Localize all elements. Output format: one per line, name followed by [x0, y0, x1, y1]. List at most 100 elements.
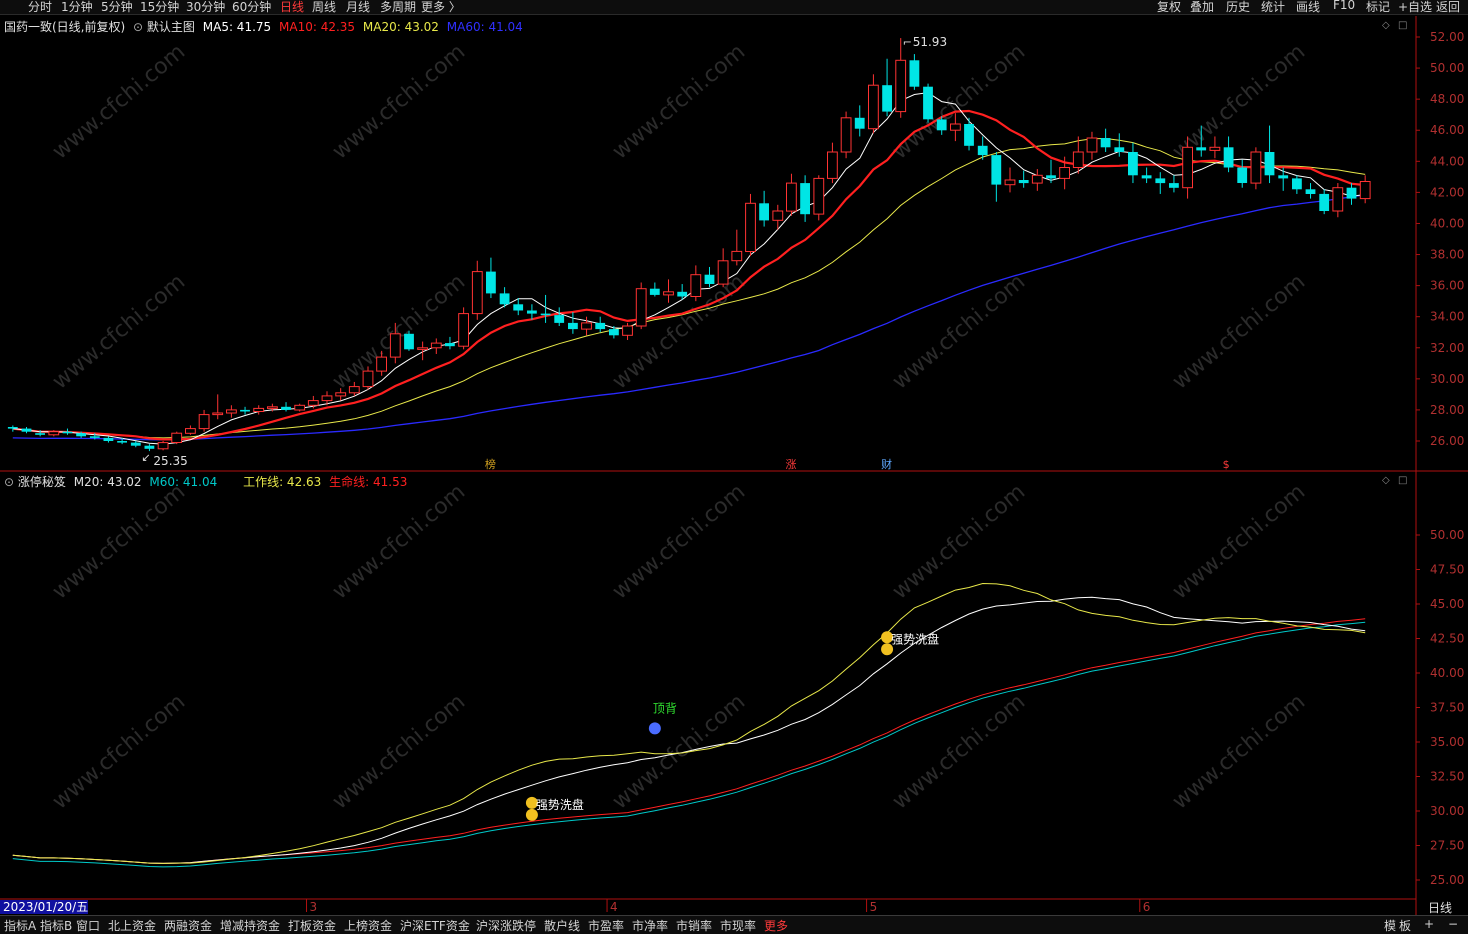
candle-body: [950, 123, 961, 131]
candle-body: [458, 313, 470, 347]
period-tab-5[interactable]: 60分钟: [232, 0, 271, 15]
candle-body: [1319, 193, 1330, 211]
candle-body: [663, 291, 674, 296]
bottom-tab-7[interactable]: 上榜资金: [344, 917, 392, 934]
candle-body: [622, 325, 633, 336]
period-tab-0[interactable]: 分时: [28, 0, 52, 15]
candle-body: [1169, 183, 1179, 188]
period-tab-6[interactable]: 日线: [280, 0, 304, 15]
bottom-tab-0[interactable]: 指标A: [4, 917, 36, 934]
bottom-tab-10[interactable]: 散户线: [544, 917, 580, 934]
sub-dropdown-icon[interactable]: ⊙: [4, 475, 14, 489]
candle-body: [1359, 181, 1371, 200]
ma20-label: MA20: 43.02: [362, 20, 439, 34]
candle-body: [609, 329, 619, 336]
candle-body: [977, 145, 988, 156]
watermark: www.cfchi.com: [48, 269, 190, 394]
period-tab-3[interactable]: 15分钟: [140, 0, 179, 15]
diamond-icon[interactable]: ◇: [1382, 475, 1390, 486]
candle-body: [513, 304, 524, 311]
candle-body: [745, 202, 756, 253]
sub-tick-label: 35.00: [1430, 735, 1464, 749]
toolbar-button-6[interactable]: 标记: [1366, 0, 1390, 15]
candle-body: [1072, 151, 1084, 168]
bottom-right-button-2[interactable]: +: [1424, 917, 1434, 931]
candle-body: [1209, 146, 1221, 151]
price-tick-label: 30.00: [1430, 372, 1464, 386]
sub-work-line: [12, 582, 1366, 864]
ma10-line: [12, 109, 1366, 441]
period-tab-2[interactable]: 5分钟: [101, 0, 133, 15]
toolbar-button-4[interactable]: 画线: [1296, 0, 1320, 15]
bottom-right-button-3[interactable]: −: [1448, 917, 1458, 931]
event-marker: 榜: [485, 457, 496, 471]
candle-body: [813, 177, 825, 215]
bottom-tab-13[interactable]: 市销率: [676, 917, 712, 934]
period-tab-7[interactable]: 周线: [312, 0, 336, 15]
month-label: 5: [870, 900, 878, 914]
toolbar-button-3[interactable]: 统计: [1261, 0, 1285, 15]
sub-tick-label: 27.50: [1430, 839, 1464, 853]
price-tick-label: 38.00: [1430, 248, 1464, 262]
bottom-tab-11[interactable]: 市盈率: [588, 917, 624, 934]
price-tick-label: 46.00: [1430, 123, 1464, 137]
bottom-right-button-1[interactable]: 板: [1399, 917, 1411, 934]
chart-canvas[interactable]: www.cfchi.com www.cfchi.com www.cfchi.com w…: [0, 0, 1468, 933]
watermark: www.cfchi.com: [328, 479, 470, 604]
period-tab-1[interactable]: 1分钟: [61, 0, 93, 15]
toolbar-button-0[interactable]: 复权: [1157, 0, 1181, 15]
toolbar-button-5[interactable]: F10: [1333, 0, 1355, 12]
ma10-label: MA10: 42.35: [279, 20, 356, 34]
candle-body: [348, 386, 360, 394]
indicator-name[interactable]: 涨停秘笈: [18, 475, 66, 489]
candle-body: [212, 412, 224, 416]
period-tab-4[interactable]: 30分钟: [186, 0, 225, 15]
candle-body: [253, 407, 265, 412]
candle-body: [1128, 152, 1138, 176]
toolbar-button-2[interactable]: 历史: [1226, 0, 1250, 15]
toolbar-button-7[interactable]: +自选: [1398, 0, 1432, 15]
price-tick-label: 52.00: [1430, 30, 1464, 44]
bottom-tab-1[interactable]: 指标B: [40, 917, 72, 934]
bottom-tab-4[interactable]: 两融资金: [164, 917, 212, 934]
period-tab-10[interactable]: 更多 〉: [421, 0, 461, 15]
watermark: www.cfchi.com: [888, 39, 1030, 164]
toolbar-button-8[interactable]: 返回: [1436, 0, 1460, 15]
candle-body: [144, 445, 155, 449]
sub-info-line: ⊙ 涨停秘笈 M20: 43.02 M60: 41.04 工作线: 42.63 …: [4, 473, 407, 490]
low-price-label: 25.35: [153, 454, 187, 468]
candle-body: [362, 370, 374, 388]
stock-title[interactable]: 国药一致(日线,前复权): [4, 20, 125, 34]
bottom-tab-12[interactable]: 市净率: [632, 917, 668, 934]
candle-body: [307, 400, 319, 406]
template-label[interactable]: 默认主图: [147, 20, 195, 34]
period-tab-8[interactable]: 月线: [346, 0, 370, 15]
candle-body: [964, 124, 974, 146]
candle-body: [35, 433, 45, 435]
bottom-tab-3[interactable]: 北上资金: [108, 917, 156, 934]
bottom-tab-9[interactable]: 沪深涨跌停: [476, 917, 536, 934]
bottom-right-button-0[interactable]: 模: [1384, 917, 1396, 934]
price-tick-label: 44.00: [1430, 154, 1464, 168]
bottom-tab-6[interactable]: 打板资金: [288, 917, 336, 934]
bottom-tab-14[interactable]: 市现率: [720, 917, 756, 934]
bottom-tab-5[interactable]: 增减持资金: [220, 917, 280, 934]
bottom-tab-15[interactable]: 更多: [764, 917, 788, 934]
candle-body: [717, 260, 729, 285]
period-tab-9[interactable]: 多周期: [380, 0, 416, 15]
expand-icon[interactable]: □: [1398, 20, 1407, 31]
template-dropdown-icon[interactable]: ⊙: [133, 20, 143, 34]
candle-body: [772, 210, 784, 221]
toolbar-button-1[interactable]: 叠加: [1190, 0, 1214, 15]
period-corner-label[interactable]: 日线: [1428, 899, 1452, 916]
bottom-tab-2[interactable]: 窗口: [76, 917, 100, 934]
diamond-icon[interactable]: ◇: [1382, 20, 1390, 31]
bottom-tab-8[interactable]: 沪深ETF资金: [400, 917, 470, 934]
m60-label: M60: 41.04: [149, 475, 218, 489]
candle-body: [568, 322, 578, 330]
candle-body: [226, 409, 237, 414]
watermark: www.cfchi.com: [328, 269, 470, 394]
expand-icon[interactable]: □: [1398, 475, 1407, 486]
price-tick-label: 32.00: [1430, 341, 1464, 355]
candle-body: [185, 428, 196, 434]
